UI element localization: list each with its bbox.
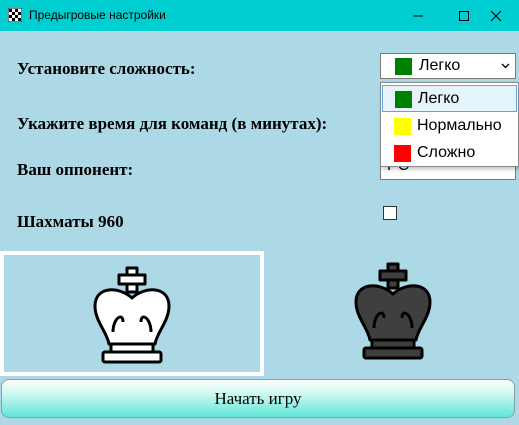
black-piece-selector[interactable]	[264, 251, 519, 376]
start-game-button[interactable]: Начать игру	[1, 379, 515, 418]
yellow-swatch	[394, 118, 411, 135]
difficulty-dropdown-list: Легко Нормально Сложно	[380, 82, 519, 167]
title-bar: Предыгровые настройки	[0, 0, 519, 31]
white-king-icon	[93, 266, 171, 364]
option-label: Легко	[418, 90, 460, 107]
window-title: Предыгровые настройки	[29, 8, 166, 22]
difficulty-label: Установите сложность:	[17, 59, 196, 78]
red-swatch	[394, 145, 411, 162]
close-button[interactable]	[473, 0, 519, 31]
black-king-icon	[354, 262, 432, 360]
maximize-icon	[459, 10, 469, 21]
chevron-down-icon	[501, 63, 510, 69]
dropdown-option-normal[interactable]: Нормально	[382, 113, 517, 140]
option-label: Нормально	[417, 117, 502, 134]
close-icon	[490, 10, 502, 21]
option-label: Сложно	[417, 144, 476, 161]
difficulty-color-swatch	[395, 58, 412, 75]
white-piece-selector[interactable]	[0, 251, 264, 376]
green-swatch	[395, 91, 412, 108]
difficulty-combobox[interactable]: Легко	[380, 53, 516, 79]
chess960-checkbox[interactable]	[383, 206, 397, 220]
chess960-label: Шахматы 960	[17, 212, 124, 231]
dropdown-option-easy[interactable]: Легко	[382, 85, 517, 112]
minimize-button[interactable]	[395, 0, 441, 31]
difficulty-selected-value: Легко	[419, 57, 461, 74]
time-label: Укажите время для команд (в минутах):	[17, 114, 328, 133]
dropdown-option-hard[interactable]: Сложно	[382, 140, 517, 167]
opponent-label: Ваш оппонент:	[17, 160, 134, 179]
chessboard-icon	[8, 8, 22, 22]
minimize-icon	[413, 15, 423, 16]
